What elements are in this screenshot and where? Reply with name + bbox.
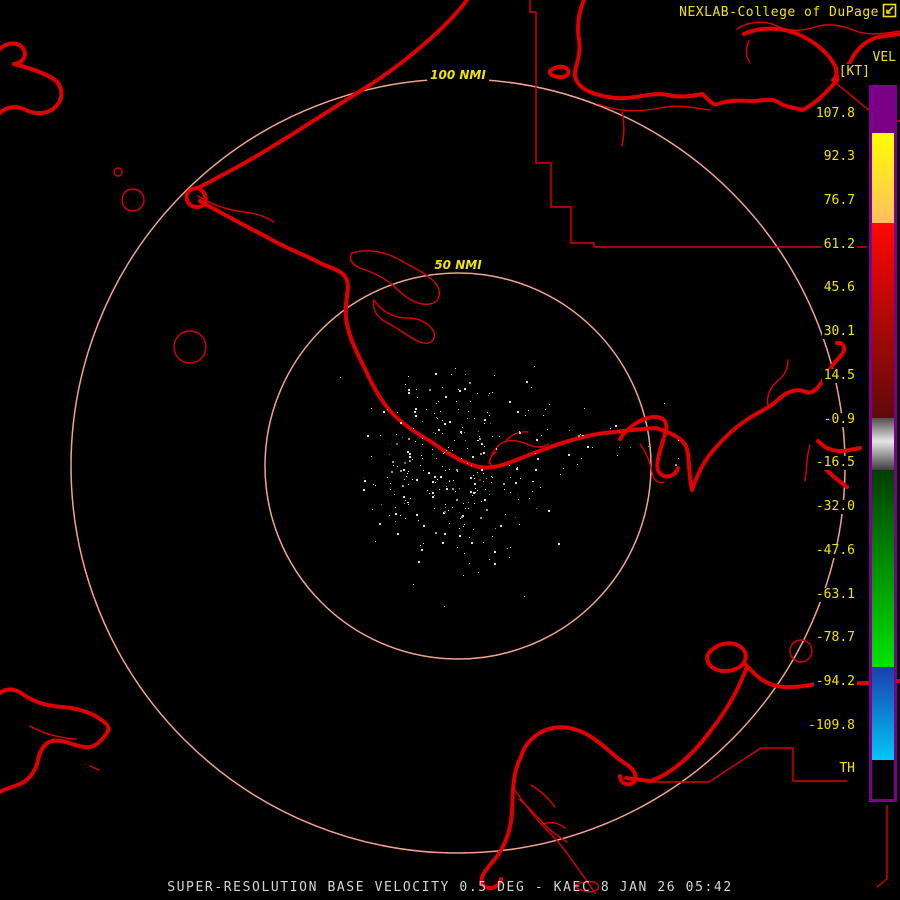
colorbar-segment [872,133,894,223]
colorbar-segment [872,667,894,760]
colorbar-tick: -94.2 [813,673,857,689]
range-ring-label-100nmi: 100 NMI [427,68,489,82]
colorbar-segment [872,760,894,799]
colorbar-unit-vel: VEL [872,50,896,65]
range-ring-label-50nmi: 50 NMI [431,258,485,272]
colorbar-segment [872,223,894,418]
colorbar-tick: -63.1 [813,586,857,602]
colorbar-tick: 14.5 [821,367,857,383]
nexlab-logo-icon [882,3,897,18]
colorbar-tick: -32.0 [813,499,857,515]
radar-map-canvas [0,0,900,894]
colorbar-unit-kt: [KT] [838,64,870,79]
radar-display: 100 NMI 50 NMI NEXLAB-College of DuPage … [0,0,900,900]
colorbar-tick: 61.2 [821,236,857,252]
colorbar-tick: 92.3 [821,149,857,165]
colorbar-tick: TH [837,761,857,777]
product-caption: SUPER-RESOLUTION BASE VELOCITY 0.5 DEG -… [167,880,733,895]
colorbar-tick: -16.5 [813,455,857,471]
colorbar-tick: -47.6 [813,542,857,558]
colorbar-tick: 45.6 [821,280,857,296]
colorbar-tick: 76.7 [821,192,857,208]
colorbar-segment [872,418,894,470]
colorbar-tick: -78.7 [813,630,857,646]
page-title: NEXLAB-College of DuPage [678,5,880,20]
colorbar-segment [872,88,894,133]
colorbar-segment [872,470,894,667]
velocity-colorbar [869,85,897,802]
colorbar-tick: 30.1 [821,324,857,340]
velocity-echoes [340,366,679,607]
colorbar-tick: 107.8 [813,105,857,121]
colorbar-tick: -0.9 [821,411,857,427]
basemap-coastlines [0,0,900,894]
colorbar-tick: -109.8 [806,717,857,733]
